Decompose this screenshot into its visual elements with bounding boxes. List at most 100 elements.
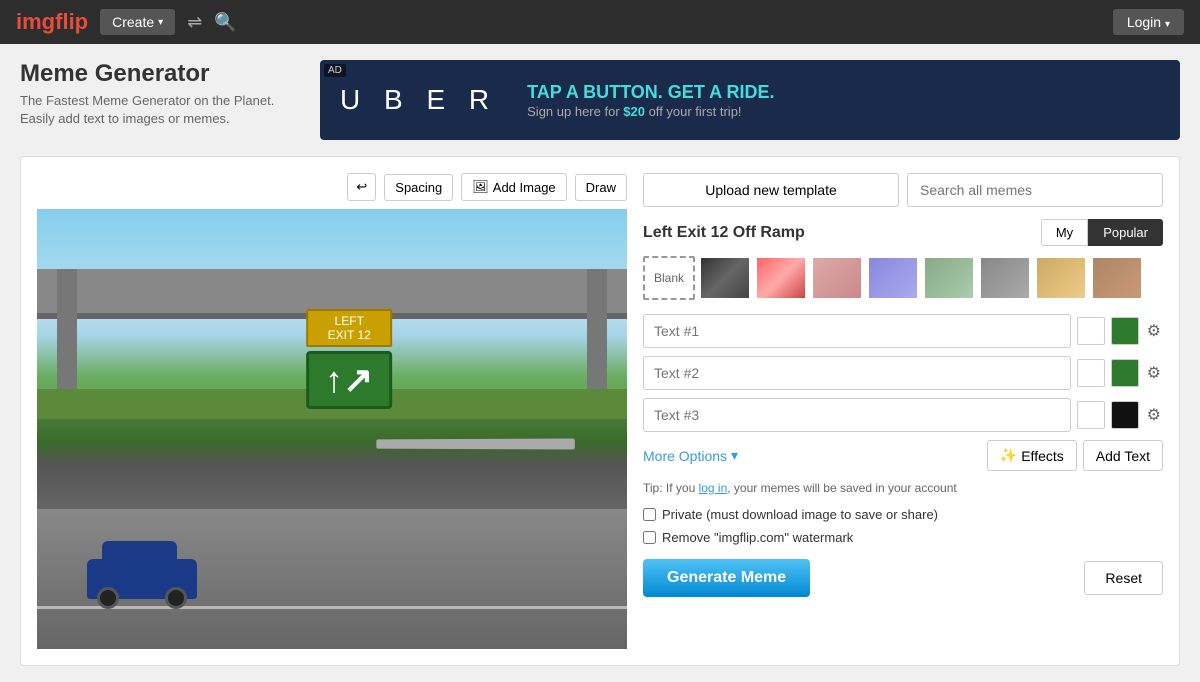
thumb-1[interactable] <box>699 256 751 300</box>
tip-post: , your memes will be saved in your accou… <box>727 481 956 495</box>
text1-settings-button[interactable]: ⚙ <box>1145 319 1163 343</box>
wheel-right <box>165 587 187 609</box>
thumb-2[interactable] <box>755 256 807 300</box>
text3-input[interactable] <box>643 398 1071 432</box>
sign-yellow: LEFTEXIT 12 <box>306 309 392 347</box>
generate-meme-button[interactable]: Generate Meme <box>643 559 810 597</box>
logo[interactable]: imgflip <box>16 9 88 35</box>
watermark-checkbox[interactable] <box>643 531 656 544</box>
add-image-label: Add Image <box>493 180 556 195</box>
thumb-3[interactable] <box>811 256 863 300</box>
left-panel: ↩ Spacing 🖼 Add Image Draw <box>37 173 627 649</box>
thumbnails-row: Blank <box>643 256 1163 300</box>
uber-logo: U B E R <box>340 84 497 116</box>
spacing-button[interactable]: Spacing <box>384 174 453 201</box>
page-subtitle: The Fastest Meme Generator on the Planet… <box>20 92 300 128</box>
action-buttons: ✨ Effects Add Text <box>987 440 1163 471</box>
private-checkbox[interactable] <box>643 508 656 521</box>
image-icon: 🖼 <box>472 179 489 195</box>
logo-text: imgflip <box>16 9 88 35</box>
guardrail <box>376 439 574 450</box>
ad-label: AD <box>324 64 346 77</box>
text2-settings-button[interactable]: ⚙ <box>1145 361 1163 385</box>
ad-subtext: Sign up here for $20 off your first trip… <box>527 104 774 119</box>
thumb-blank[interactable]: Blank <box>643 256 695 300</box>
ad-price: $20 <box>623 104 645 119</box>
sign-green: ↑↗ <box>306 351 392 409</box>
watermark-checkbox-row: Remove "imgflip.com" watermark <box>643 530 1163 545</box>
text2-row: ⚙ <box>643 356 1163 390</box>
page-title: Meme Generator <box>20 60 300 88</box>
search-input[interactable] <box>907 173 1163 207</box>
create-label: Create <box>112 14 154 30</box>
text1-color-swatch-green[interactable] <box>1111 317 1139 345</box>
effects-label: Effects <box>1021 448 1064 464</box>
text3-color-swatch-black[interactable] <box>1111 401 1139 429</box>
ad-subtext-post: off your first trip! <box>645 104 742 119</box>
tip-pre: Tip: If you <box>643 481 699 495</box>
car-roof <box>102 541 177 563</box>
chevron-down-icon: ▾ <box>731 447 738 464</box>
text1-color-swatch-white[interactable] <box>1077 317 1105 345</box>
meme-top-half: LEFTEXIT 12 ↑↗ <box>37 209 627 419</box>
more-options-label: More Options <box>643 448 727 464</box>
draw-button[interactable]: Draw <box>575 174 627 201</box>
template-title-row: Left Exit 12 Off Ramp My Popular <box>643 219 1163 246</box>
reset-button[interactable]: Reset <box>1084 561 1163 595</box>
watermark-label[interactable]: Remove "imgflip.com" watermark <box>662 530 853 545</box>
header: imgflip Create ▾ ⇌ 🔍 Login ▾ <box>0 0 1200 44</box>
meme-bottom-half <box>37 419 627 649</box>
login-chevron-icon: ▾ <box>1165 19 1170 30</box>
thumb-5[interactable] <box>923 256 975 300</box>
ad-copy: TAP A BUTTON. GET A RIDE. Sign up here f… <box>527 81 774 119</box>
shuffle-icon[interactable]: ⇌ <box>187 12 202 33</box>
page-meta: Meme Generator The Fastest Meme Generato… <box>20 60 300 128</box>
ad-section: Meme Generator The Fastest Meme Generato… <box>20 60 1180 140</box>
search-icon[interactable]: 🔍 <box>214 12 236 33</box>
template-title: Left Exit 12 Off Ramp <box>643 224 805 242</box>
ad-subtext-pre: Sign up here for <box>527 104 623 119</box>
page-content: Meme Generator The Fastest Meme Generato… <box>0 44 1200 682</box>
header-left: imgflip Create ▾ ⇌ 🔍 <box>16 9 237 35</box>
wheel-left <box>97 587 119 609</box>
bottom-buttons: Generate Meme Reset <box>643 559 1163 597</box>
private-label[interactable]: Private (must download image to save or … <box>662 507 938 522</box>
text2-color-swatch-white[interactable] <box>1077 359 1105 387</box>
text2-color-swatch-green[interactable] <box>1111 359 1139 387</box>
effects-button[interactable]: ✨ Effects <box>987 440 1077 471</box>
text1-row: ⚙ <box>643 314 1163 348</box>
thumb-8[interactable] <box>1091 256 1143 300</box>
text1-input[interactable] <box>643 314 1071 348</box>
toolbar: ↩ Spacing 🖼 Add Image Draw <box>37 173 627 201</box>
tab-group: My Popular <box>1041 219 1163 246</box>
tip-text: Tip: If you log in, your memes will be s… <box>643 481 1163 495</box>
tab-popular[interactable]: Popular <box>1088 219 1163 246</box>
car-body <box>87 559 197 599</box>
login-button[interactable]: Login ▾ <box>1113 9 1184 35</box>
login-link[interactable]: log in <box>699 481 728 495</box>
meme-image: LEFTEXIT 12 ↑↗ <box>37 209 627 649</box>
tab-my[interactable]: My <box>1041 219 1088 246</box>
car <box>87 559 197 599</box>
thumb-6[interactable] <box>979 256 1031 300</box>
text2-input[interactable] <box>643 356 1071 390</box>
more-options-button[interactable]: More Options ▾ <box>643 447 738 464</box>
text3-color-swatch-white[interactable] <box>1077 401 1105 429</box>
upload-template-button[interactable]: Upload new template <box>643 173 899 207</box>
sign-container: LEFTEXIT 12 ↑↗ <box>306 309 392 409</box>
generator-container: ↩ Spacing 🖼 Add Image Draw <box>20 156 1180 666</box>
login-label: Login <box>1127 14 1161 30</box>
right-top: Upload new template <box>643 173 1163 207</box>
text3-row: ⚙ <box>643 398 1163 432</box>
thumb-4[interactable] <box>867 256 919 300</box>
text3-settings-button[interactable]: ⚙ <box>1145 403 1163 427</box>
add-text-button[interactable]: Add Text <box>1083 440 1163 471</box>
thumb-7[interactable] <box>1035 256 1087 300</box>
undo-button[interactable]: ↩ <box>347 173 376 201</box>
logo-img-accent: flip <box>55 9 88 34</box>
options-row: More Options ▾ ✨ Effects Add Text <box>643 440 1163 471</box>
sparkle-icon: ✨ <box>1000 447 1017 464</box>
create-button[interactable]: Create ▾ <box>100 9 175 35</box>
add-image-button[interactable]: 🖼 Add Image <box>461 173 566 201</box>
logo-img-prefix: img <box>16 9 55 34</box>
